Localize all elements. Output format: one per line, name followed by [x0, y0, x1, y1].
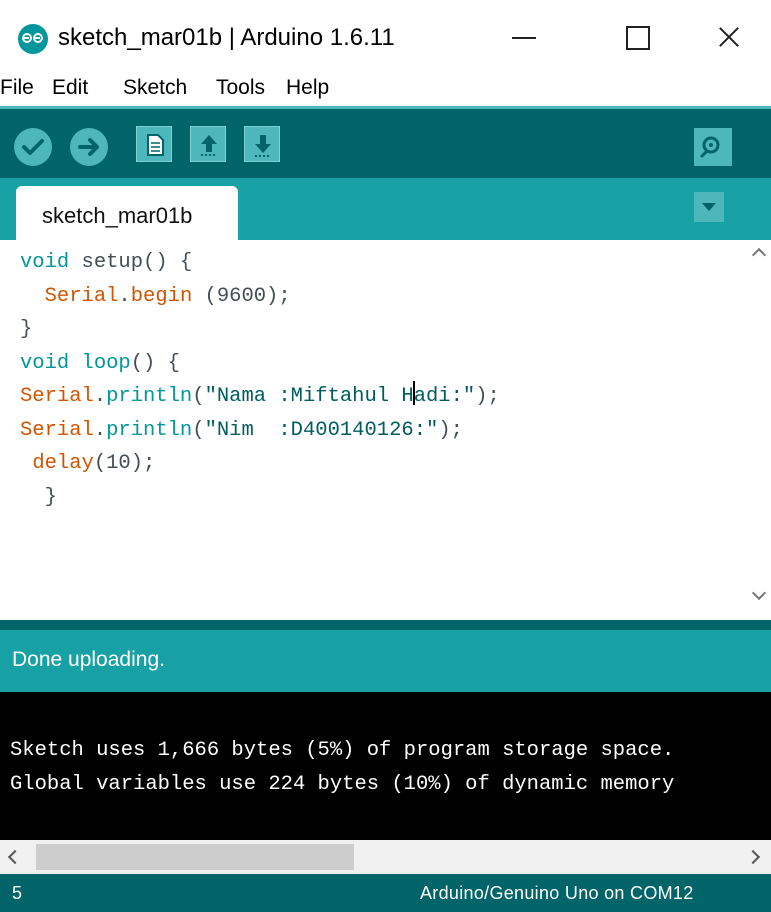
horizontal-scrollbar[interactable]: [0, 840, 771, 874]
menu-help[interactable]: Help: [286, 74, 329, 102]
close-icon[interactable]: [700, 14, 760, 60]
console-output: Sketch uses 1,666 bytes (5%) of program …: [0, 692, 771, 840]
code-line: }: [20, 485, 57, 509]
verify-icon[interactable]: [14, 128, 52, 166]
save-sketch-icon[interactable]: [244, 126, 280, 162]
code-line: void setup() {: [20, 251, 193, 274]
code-line: Serial.println("Nama :Miftahul Hadi:");: [20, 380, 500, 414]
window-title: sketch_mar01b | Arduino 1.6.11: [58, 24, 395, 51]
code-line: }: [20, 318, 33, 341]
minimize-icon[interactable]: [494, 14, 554, 60]
menu-sketch[interactable]: Sketch: [123, 74, 187, 102]
menu-tools[interactable]: Tools: [216, 74, 265, 102]
status-message: Done uploading.: [12, 648, 165, 671]
scroll-left-icon[interactable]: [7, 849, 23, 865]
code-line: void loop() {: [20, 351, 180, 375]
tab-label: sketch_mar01b: [42, 203, 193, 228]
new-sketch-icon[interactable]: [136, 126, 172, 162]
scroll-down-icon[interactable]: [751, 585, 767, 601]
code-text[interactable]: void setup() { Serial.begin (9600);} void…: [20, 246, 500, 514]
tab-sketch[interactable]: sketch_mar01b: [16, 186, 238, 240]
scroll-up-icon[interactable]: [751, 247, 767, 263]
line-number: 5: [12, 883, 23, 903]
board-port: Arduino/Genuino Uno on COM12: [420, 883, 694, 903]
arduino-logo-icon: [18, 24, 48, 54]
tab-bar: sketch_mar01b: [0, 178, 771, 240]
open-sketch-icon[interactable]: [190, 126, 226, 162]
scroll-thumb[interactable]: [36, 844, 354, 870]
menu-bar: File Edit Sketch Tools Help: [0, 70, 771, 106]
console-text: Sketch uses 1,666 bytes (5%) of program …: [10, 734, 674, 802]
code-line: Serial.begin (9600);: [44, 284, 291, 308]
footer-bar: 5 Arduino/Genuino Uno on COM12: [0, 874, 771, 912]
menu-edit[interactable]: Edit: [52, 74, 88, 102]
editor-console-divider[interactable]: [0, 620, 771, 630]
toolbar: [0, 106, 771, 178]
console-line: Global variables use 224 bytes (10%) of …: [10, 773, 675, 796]
upload-icon[interactable]: [70, 128, 108, 166]
code-line: Serial.println("Nim :D400140126:");: [20, 418, 463, 442]
tab-dropdown-icon[interactable]: [694, 192, 724, 222]
status-bar: Done uploading.: [0, 630, 771, 692]
title-bar: sketch_mar01b | Arduino 1.6.11: [0, 0, 771, 70]
scroll-right-icon[interactable]: [745, 849, 761, 865]
maximize-icon[interactable]: [608, 14, 668, 60]
code-line: delay(10);: [32, 452, 156, 475]
console-line: Sketch uses 1,666 bytes (5%) of program …: [10, 739, 675, 762]
serial-monitor-icon[interactable]: [694, 128, 732, 166]
menu-file[interactable]: File: [0, 74, 34, 102]
code-editor[interactable]: void setup() { Serial.begin (9600);} void…: [0, 240, 771, 620]
